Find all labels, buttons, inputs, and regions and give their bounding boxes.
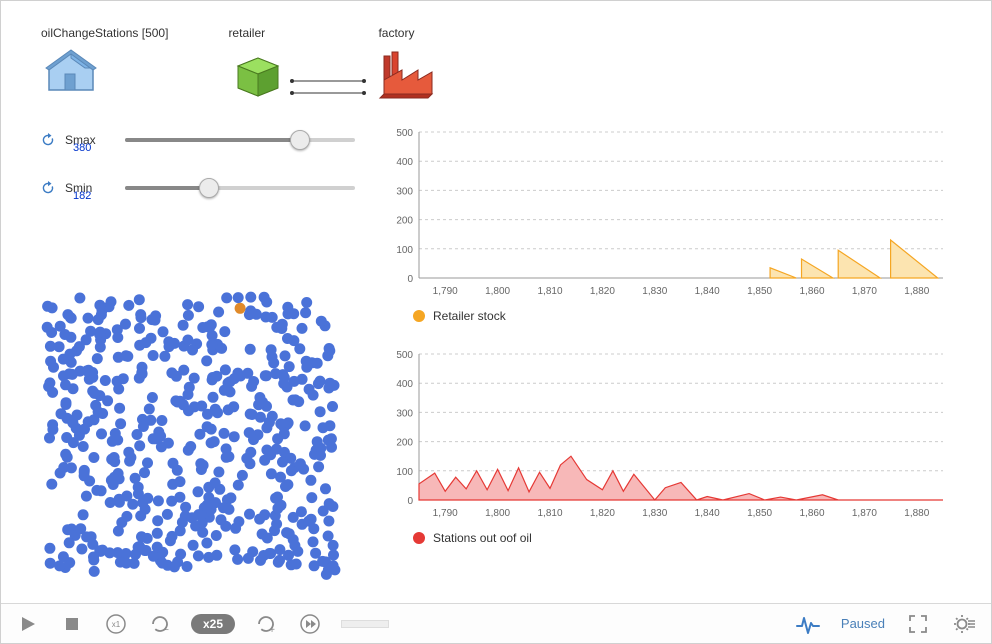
svg-text:1,860: 1,860: [799, 286, 824, 297]
svg-text:−: −: [163, 625, 169, 635]
speed-x1-icon: x1: [105, 613, 127, 635]
svg-text:1,840: 1,840: [695, 508, 720, 519]
chart-svg: 0 100 200 300 400 500 1,790 1,800 1,810 1,820 1,83…: [381, 348, 951, 520]
svg-text:0: 0: [407, 274, 413, 285]
fast-forward-icon: [300, 614, 320, 634]
slider-thumb[interactable]: [199, 178, 219, 198]
svg-text:500: 500: [396, 350, 413, 361]
scatter-plot: [41, 291, 341, 581]
agent-retailer[interactable]: retailer: [228, 26, 368, 100]
svg-text:1,820: 1,820: [590, 286, 615, 297]
fast-forward-button[interactable]: [297, 611, 323, 637]
agent-factory[interactable]: factory: [378, 26, 438, 101]
svg-text:1,800: 1,800: [485, 286, 510, 297]
fullscreen-icon: [908, 614, 928, 634]
playback-status: Paused: [841, 616, 885, 631]
svg-text:1,810: 1,810: [537, 508, 562, 519]
stop-icon: [65, 617, 79, 631]
svg-text:1,830: 1,830: [642, 508, 667, 519]
svg-text:1,850: 1,850: [747, 286, 772, 297]
svg-text:1,840: 1,840: [695, 286, 720, 297]
svg-text:0: 0: [407, 496, 413, 507]
svg-text:200: 200: [396, 438, 413, 449]
playback-toolbar: x1 − x25 + Paused: [1, 603, 991, 643]
chart-legend: Stations out oof oil: [413, 531, 961, 545]
svg-text:x1: x1: [112, 620, 121, 629]
speed-reset-button[interactable]: x1: [103, 611, 129, 637]
factory-icon: [378, 46, 438, 101]
svg-text:1,830: 1,830: [642, 286, 667, 297]
legend-dot-icon: [413, 532, 425, 544]
chart-stations-out-of-oil: 0 100 200 300 400 500 1,790 1,800 1,810 1,820 1,83…: [381, 348, 961, 545]
svg-text:1,810: 1,810: [537, 286, 562, 297]
svg-text:1,790: 1,790: [433, 286, 458, 297]
svg-text:1,870: 1,870: [852, 286, 877, 297]
chart-retailer-stock: 0 100 200 300 400 500 1,790 1,800 1,810 1,820 1,83…: [381, 126, 961, 323]
refresh-icon: [41, 181, 55, 195]
svg-text:400: 400: [396, 379, 413, 390]
connection-lines-icon: [288, 76, 368, 100]
svg-text:100: 100: [396, 467, 413, 478]
gear-icon: [953, 613, 975, 635]
agent-label: retailer: [228, 26, 368, 40]
svg-text:1,850: 1,850: [747, 508, 772, 519]
svg-text:1,790: 1,790: [433, 508, 458, 519]
speed-up-icon: +: [255, 613, 277, 635]
stop-button[interactable]: [59, 611, 85, 637]
svg-text:100: 100: [396, 245, 413, 256]
slow-down-icon: −: [149, 613, 171, 635]
svg-text:400: 400: [396, 157, 413, 168]
svg-text:1,800: 1,800: [485, 508, 510, 519]
scatter-svg: [41, 291, 341, 581]
svg-text:+: +: [269, 625, 275, 635]
legend-label: Retailer stock: [433, 309, 506, 323]
svg-text:1,820: 1,820: [590, 508, 615, 519]
svg-text:300: 300: [396, 186, 413, 197]
settings-button[interactable]: [951, 611, 977, 637]
speed-indicator[interactable]: x25: [191, 614, 235, 634]
svg-text:1,860: 1,860: [799, 508, 824, 519]
activity-button[interactable]: [795, 611, 821, 637]
svg-text:500: 500: [396, 128, 413, 139]
chart-svg: 0 100 200 300 400 500 1,790 1,800 1,810 1,820 1,83…: [381, 126, 951, 298]
svg-text:1,870: 1,870: [852, 508, 877, 519]
svg-text:200: 200: [396, 216, 413, 227]
legend-label: Stations out oof oil: [433, 531, 532, 545]
svg-text:300: 300: [396, 408, 413, 419]
svg-text:1,880: 1,880: [904, 286, 929, 297]
charts-panel: 0 100 200 300 400 500 1,790 1,800 1,810 1,820 1,83…: [381, 126, 961, 570]
agent-label: oilChangeStations [500]: [41, 26, 168, 40]
progress-indicator: [341, 620, 389, 628]
box-icon: [228, 48, 288, 98]
slider-track[interactable]: [125, 130, 355, 150]
slider-thumb[interactable]: [290, 130, 310, 150]
play-icon: [19, 615, 37, 633]
refresh-icon: [41, 133, 55, 147]
play-button[interactable]: [15, 611, 41, 637]
legend-dot-icon: [413, 310, 425, 322]
slow-down-button[interactable]: −: [147, 611, 173, 637]
agent-label: factory: [378, 26, 438, 40]
chart-legend: Retailer stock: [413, 309, 961, 323]
agent-oil-change-stations[interactable]: oilChangeStations [500]: [41, 26, 168, 96]
svg-text:1,880: 1,880: [904, 508, 929, 519]
slider-track[interactable]: [125, 178, 355, 198]
activity-icon: [796, 614, 820, 634]
agents-row: oilChangeStations [500] retailer: [41, 26, 961, 101]
speed-up-button[interactable]: +: [253, 611, 279, 637]
fullscreen-button[interactable]: [905, 611, 931, 637]
house-icon: [41, 46, 101, 96]
